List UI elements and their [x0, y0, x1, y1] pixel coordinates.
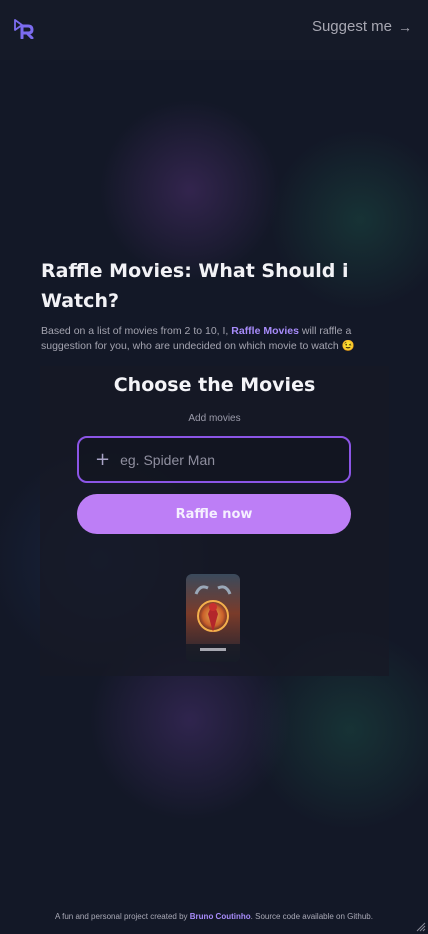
page-description: Based on a list of movies from 2 to 10, …: [41, 324, 381, 354]
app-logo-icon[interactable]: [14, 17, 36, 39]
resize-handle-icon[interactable]: [416, 922, 426, 932]
arrow-right-icon: →: [398, 18, 412, 35]
plus-icon[interactable]: +: [95, 450, 110, 469]
author-link[interactable]: Bruno Coutinho: [190, 912, 251, 921]
suggest-me-link[interactable]: Suggest me →: [312, 18, 412, 35]
description-text-start: Based on a list of movies from 2 to 10, …: [41, 325, 232, 337]
footer-text-end: . Source code available on Github.: [250, 912, 373, 921]
card-title: Choose the Movies: [113, 374, 316, 396]
card-subtitle: Add movies: [188, 413, 241, 424]
movie-poster-image: [186, 574, 240, 662]
footer: A fun and personal project created by Br…: [0, 912, 428, 921]
page-title: Raffle Movies: What Should i Watch?: [41, 260, 349, 312]
raffle-now-button[interactable]: Raffle now: [77, 494, 351, 534]
movie-input-container[interactable]: +: [77, 436, 351, 483]
footer-text-start: A fun and personal project created by: [55, 912, 190, 921]
choose-movies-card: Choose the Movies Add movies + Raffle no…: [40, 366, 389, 676]
brand-name: Raffle Movies: [231, 325, 299, 337]
suggest-me-label: Suggest me: [311, 18, 392, 35]
movie-input[interactable]: [118, 450, 333, 469]
